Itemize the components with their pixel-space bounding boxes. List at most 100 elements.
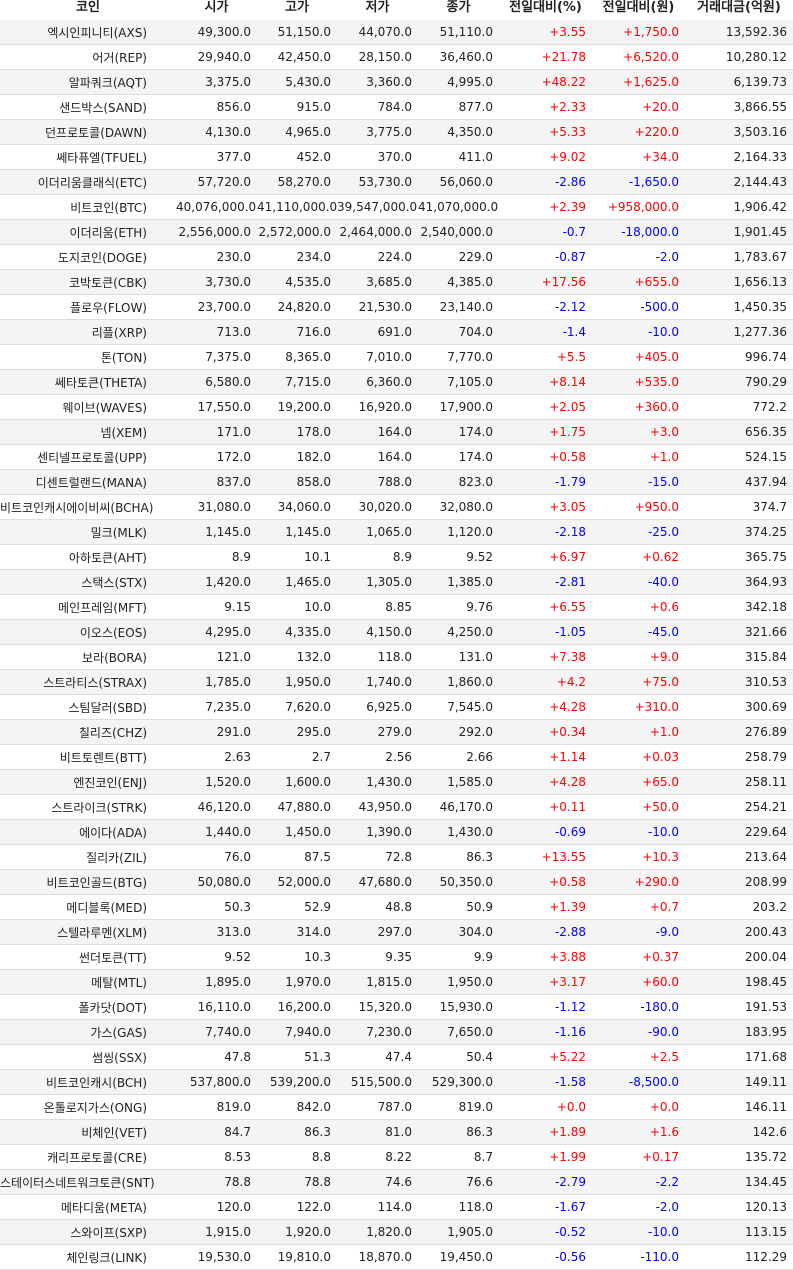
table-row[interactable]: 비트코인골드(BTG) 50,080.0 52,000.0 47,680.0 50,35… bbox=[0, 869, 793, 895]
table-row[interactable]: 센티넬프로토콜(UPP) 172.0 182.0 164.0 174.0 +0.58 +1.… bbox=[0, 444, 793, 470]
change-pct-cell: -1.79 bbox=[499, 469, 592, 495]
change-pct-cell: +13.55 bbox=[499, 844, 592, 870]
table-row[interactable]: 비체인(VET) 84.7 86.3 81.0 86.3 +1.89 +1.6 142.6 bbox=[0, 1119, 793, 1145]
table-row[interactable]: 웨이브(WAVES) 17,550.0 19,200.0 16,920.0 17,900… bbox=[0, 394, 793, 420]
open-price-cell: 3,730.0 bbox=[176, 269, 257, 295]
close-price-cell: 411.0 bbox=[418, 144, 499, 170]
table-row[interactable]: 온톨로지가스(ONG) 819.0 842.0 787.0 819.0 +0.0 +0.0 1… bbox=[0, 1094, 793, 1120]
table-row[interactable]: 스텔라루멘(XLM) 313.0 314.0 297.0 304.0 -2.88 -9.0 2… bbox=[0, 919, 793, 945]
table-row[interactable]: 메타디움(META) 120.0 122.0 114.0 118.0 -1.67 -2.0 1… bbox=[0, 1194, 793, 1220]
change-pct-cell: +0.11 bbox=[499, 794, 592, 820]
close-price-cell: 56,060.0 bbox=[418, 169, 499, 195]
header-volume[interactable]: 거래대금(억원) bbox=[685, 0, 793, 20]
table-row[interactable]: 아하토큰(AHT) 8.9 10.1 8.9 9.52 +6.97 +0.62 365.75 bbox=[0, 544, 793, 570]
table-row[interactable]: 스팀달러(SBD) 7,235.0 7,620.0 6,925.0 7,545.0 +4.… bbox=[0, 694, 793, 720]
header-close[interactable]: 종가 bbox=[418, 0, 499, 20]
table-row[interactable]: 보라(BORA) 121.0 132.0 118.0 131.0 +7.38 +9.0 315… bbox=[0, 644, 793, 670]
table-row[interactable]: 어거(REP) 29,940.0 42,450.0 28,150.0 36,460.0 +… bbox=[0, 44, 793, 70]
table-row[interactable]: 이더리움(ETH) 2,556,000.0 2,572,000.0 2,464,000… bbox=[0, 219, 793, 245]
volume-cell: 258.79 bbox=[685, 744, 793, 770]
table-row[interactable]: 리플(XRP) 713.0 716.0 691.0 704.0 -1.4 -10.0 1,27… bbox=[0, 319, 793, 345]
open-price-cell: 23,700.0 bbox=[176, 294, 257, 320]
header-open[interactable]: 시가 bbox=[176, 0, 257, 20]
table-row[interactable]: 메탈(MTL) 1,895.0 1,970.0 1,815.0 1,950.0 +3.17… bbox=[0, 969, 793, 995]
header-high[interactable]: 고가 bbox=[257, 0, 337, 20]
table-row[interactable]: 이더리움클래식(ETC) 57,720.0 58,270.0 53,730.0 56,0… bbox=[0, 169, 793, 195]
close-price-cell: 1,860.0 bbox=[418, 669, 499, 695]
header-coin[interactable]: 코인 bbox=[0, 0, 176, 20]
change-pct-cell: +3.88 bbox=[499, 944, 592, 970]
table-row[interactable]: 질리카(ZIL) 76.0 87.5 72.8 86.3 +13.55 +10.3 213.6… bbox=[0, 844, 793, 870]
header-change-pct[interactable]: 전일대비(%) bbox=[499, 0, 592, 20]
open-price-cell: 29,940.0 bbox=[176, 44, 257, 70]
table-row[interactable]: 알파쿼크(AQT) 3,375.0 5,430.0 3,360.0 4,995.0 +48… bbox=[0, 69, 793, 95]
volume-cell: 6,139.73 bbox=[685, 69, 793, 95]
table-row[interactable]: 엔진코인(ENJ) 1,520.0 1,600.0 1,430.0 1,585.0 +4.… bbox=[0, 769, 793, 795]
table-row[interactable]: 쎄타퓨엘(TFUEL) 377.0 452.0 370.0 411.0 +9.02 +34.… bbox=[0, 144, 793, 170]
coin-name-cell: 썸씽(SSX) bbox=[0, 1044, 176, 1070]
table-row[interactable]: 스트라이크(STRK) 46,120.0 47,880.0 43,950.0 46,17… bbox=[0, 794, 793, 820]
table-row[interactable]: 캐리프로토콜(CRE) 8.53 8.8 8.22 8.7 +1.99 +0.17 135.7… bbox=[0, 1144, 793, 1170]
table-row[interactable]: 가스(GAS) 7,740.0 7,940.0 7,230.0 7,650.0 -1.16… bbox=[0, 1019, 793, 1045]
open-price-cell: 1,915.0 bbox=[176, 1219, 257, 1245]
open-price-cell: 1,520.0 bbox=[176, 769, 257, 795]
change-pct-cell: -1.05 bbox=[499, 619, 592, 645]
change-krw-cell: +0.7 bbox=[592, 894, 685, 920]
table-row[interactable]: 던프로토콜(DAWN) 4,130.0 4,965.0 3,775.0 4,350.0 +… bbox=[0, 119, 793, 145]
table-row[interactable]: 코박토큰(CBK) 3,730.0 4,535.0 3,685.0 4,385.0 +17… bbox=[0, 269, 793, 295]
table-row[interactable]: 쎄타토큰(THETA) 6,580.0 7,715.0 6,360.0 7,105.0 +… bbox=[0, 369, 793, 395]
volume-cell: 374.25 bbox=[685, 519, 793, 545]
open-price-cell: 1,440.0 bbox=[176, 819, 257, 845]
open-price-cell: 76.0 bbox=[176, 844, 257, 870]
header-low[interactable]: 저가 bbox=[337, 0, 418, 20]
change-krw-cell: -10.0 bbox=[592, 819, 685, 845]
table-row[interactable]: 칠리즈(CHZ) 291.0 295.0 279.0 292.0 +0.34 +1.0 276… bbox=[0, 719, 793, 745]
change-pct-cell: +0.58 bbox=[499, 444, 592, 470]
table-row[interactable]: 비트코인캐시에이비씨(BCHA) 31,080.0 34,060.0 30,020.0… bbox=[0, 494, 793, 520]
low-price-cell: 74.6 bbox=[337, 1169, 418, 1195]
table-row[interactable]: 스택스(STX) 1,420.0 1,465.0 1,305.0 1,385.0 -2.8… bbox=[0, 569, 793, 595]
table-row[interactable]: 썬더토큰(TT) 9.52 10.3 9.35 9.9 +3.88 +0.37 200.04 bbox=[0, 944, 793, 970]
table-row[interactable]: 디센트럴랜드(MANA) 837.0 858.0 788.0 823.0 -1.79 -15… bbox=[0, 469, 793, 495]
change-pct-cell: +21.78 bbox=[499, 44, 592, 70]
table-row[interactable]: 톤(TON) 7,375.0 8,365.0 7,010.0 7,770.0 +5.5 +4… bbox=[0, 344, 793, 370]
table-row[interactable]: 스테이터스네트워크토큰(SNT) 78.8 78.8 74.6 76.6 -2.79 -2.… bbox=[0, 1169, 793, 1195]
table-row[interactable]: 비트코인캐시(BCH) 537,800.0 539,200.0 515,500.0 52… bbox=[0, 1069, 793, 1095]
table-row[interactable]: 폴카닷(DOT) 16,110.0 16,200.0 15,320.0 15,930.0… bbox=[0, 994, 793, 1020]
low-price-cell: 1,740.0 bbox=[337, 669, 418, 695]
table-row[interactable]: 스와이프(SXP) 1,915.0 1,920.0 1,820.0 1,905.0 -0.… bbox=[0, 1219, 793, 1245]
low-price-cell: 2,464,000.0 bbox=[337, 219, 418, 245]
table-row[interactable]: 샌드박스(SAND) 856.0 915.0 784.0 877.0 +2.33 +20.0… bbox=[0, 94, 793, 120]
coin-name-cell: 쎄타퓨엘(TFUEL) bbox=[0, 144, 176, 170]
change-krw-cell: +6,520.0 bbox=[592, 44, 685, 70]
table-row[interactable]: 메디블록(MED) 50.3 52.9 48.8 50.9 +1.39 +0.7 203.2 bbox=[0, 894, 793, 920]
change-pct-cell: +48.22 bbox=[499, 69, 592, 95]
table-row[interactable]: 비트토렌트(BTT) 2.63 2.7 2.56 2.66 +1.14 +0.03 258.7… bbox=[0, 744, 793, 770]
table-row[interactable]: 에이다(ADA) 1,440.0 1,450.0 1,390.0 1,430.0 -0.6… bbox=[0, 819, 793, 845]
volume-cell: 2,144.43 bbox=[685, 169, 793, 195]
table-row[interactable]: 비트코인(BTC) 40,076,000.0 41,110,000.0 39,547,… bbox=[0, 194, 793, 220]
table-row[interactable]: 썸씽(SSX) 47.8 51.3 47.4 50.4 +5.22 +2.5 171.68 bbox=[0, 1044, 793, 1070]
volume-cell: 342.18 bbox=[685, 594, 793, 620]
high-price-cell: 19,810.0 bbox=[257, 1244, 337, 1270]
low-price-cell: 30,020.0 bbox=[337, 494, 418, 520]
table-row[interactable]: 스트라티스(STRAX) 1,785.0 1,950.0 1,740.0 1,860.0… bbox=[0, 669, 793, 695]
change-pct-cell: +5.22 bbox=[499, 1044, 592, 1070]
coin-name-cell: 비트코인(BTC) bbox=[0, 194, 176, 220]
table-row[interactable]: 도지코인(DOGE) 230.0 234.0 224.0 229.0 -0.87 -2.0 1… bbox=[0, 244, 793, 270]
table-row[interactable]: 이오스(EOS) 4,295.0 4,335.0 4,150.0 4,250.0 -1.0… bbox=[0, 619, 793, 645]
table-row[interactable]: 플로우(FLOW) 23,700.0 24,820.0 21,530.0 23,140.… bbox=[0, 294, 793, 320]
high-price-cell: 8.8 bbox=[257, 1144, 337, 1170]
table-row[interactable]: 넴(XEM) 171.0 178.0 164.0 174.0 +1.75 +3.0 656.3… bbox=[0, 419, 793, 445]
change-pct-cell: +2.05 bbox=[499, 394, 592, 420]
low-price-cell: 164.0 bbox=[337, 419, 418, 445]
low-price-cell: 8.9 bbox=[337, 544, 418, 570]
table-row[interactable]: 밀크(MLK) 1,145.0 1,145.0 1,065.0 1,120.0 -2.18… bbox=[0, 519, 793, 545]
header-change-krw[interactable]: 전일대비(원) bbox=[592, 0, 685, 20]
table-row[interactable]: 메인프레임(MFT) 9.15 10.0 8.85 9.76 +6.55 +0.6 342.1… bbox=[0, 594, 793, 620]
table-row[interactable]: 엑시인피니티(AXS) 49,300.0 51,150.0 44,070.0 51,11… bbox=[0, 20, 793, 45]
table-row[interactable]: 체인링크(LINK) 19,530.0 19,810.0 18,870.0 19,450… bbox=[0, 1244, 793, 1270]
open-price-cell: 856.0 bbox=[176, 94, 257, 120]
coin-name-cell: 알파쿼크(AQT) bbox=[0, 69, 176, 95]
volume-cell: 134.45 bbox=[685, 1169, 793, 1195]
